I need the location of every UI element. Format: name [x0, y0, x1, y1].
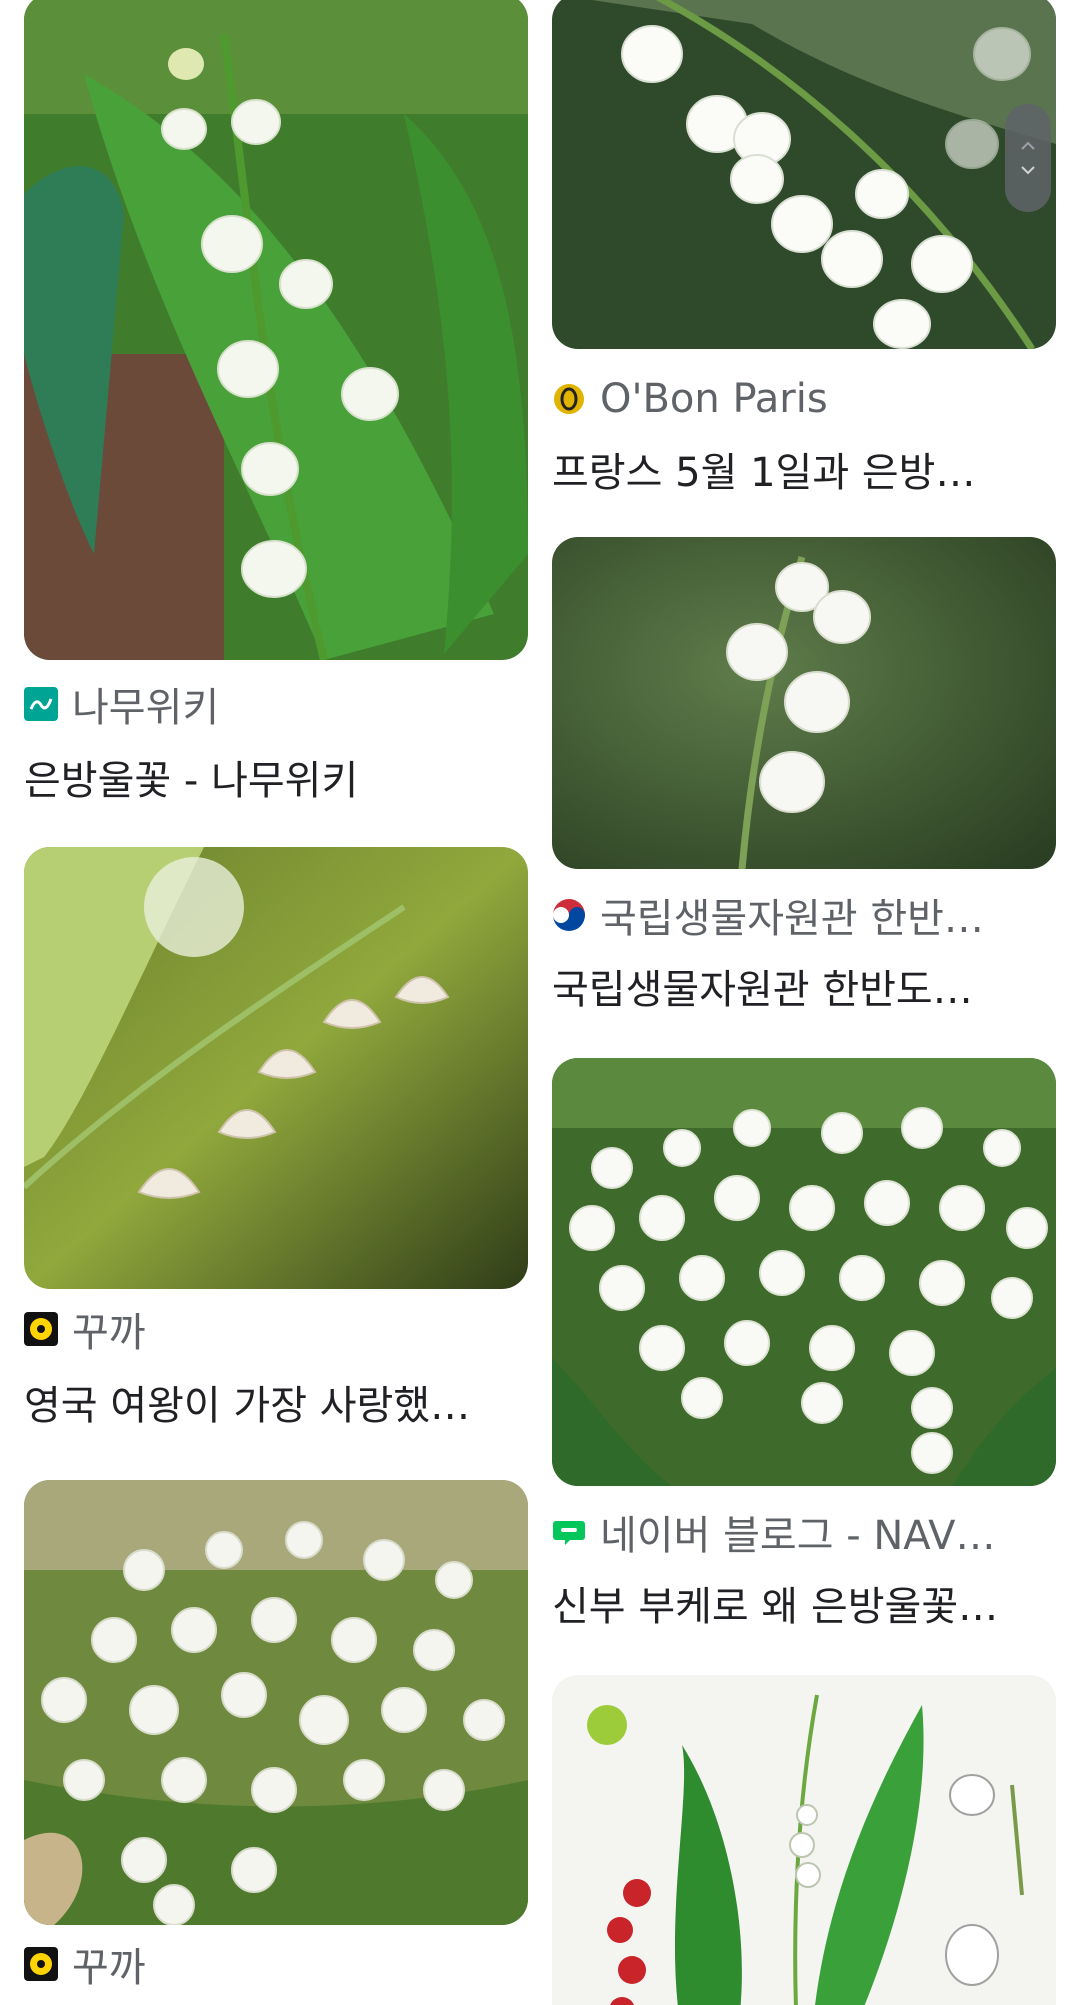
chevron-down-icon: [1021, 166, 1035, 175]
source-name: 네이버 블로그 - NAV…: [600, 1513, 996, 1559]
kukka-icon: [24, 1947, 58, 1981]
source-name: 국립생물자원관 한반…: [600, 896, 984, 942]
source-name: 나무위키: [72, 685, 220, 731]
lily-of-the-valley-bouquet-image[interactable]: [24, 1480, 528, 1925]
lily-of-the-valley-white-bells-image[interactable]: [552, 0, 1056, 349]
result-title[interactable]: 신부 부케로 왜 은방울꽃…: [552, 1574, 1056, 1632]
source-name: 꾸까: [72, 1310, 146, 1356]
result-card[interactable]: O'Bon Paris 프랑스 5월 1일과 은방…: [552, 0, 1056, 500]
result-source[interactable]: 네이버 블로그 - NAV…: [552, 1508, 1056, 1559]
result-title[interactable]: 영국 여왕이 가장 사랑했…: [24, 1373, 528, 1431]
scroll-handle[interactable]: [1005, 104, 1051, 212]
lily-of-the-valley-arching-stem-image[interactable]: [24, 847, 528, 1289]
result-card[interactable]: [552, 1675, 1056, 2005]
lily-of-the-valley-single-stem-image[interactable]: [552, 537, 1056, 869]
source-name: 꾸까: [72, 1945, 146, 1991]
chevron-up-icon: [1021, 141, 1035, 150]
naver-blog-icon: [552, 1515, 586, 1549]
lily-of-the-valley-closeup-image[interactable]: [24, 0, 528, 660]
korea-flag-icon: [552, 898, 586, 932]
result-source[interactable]: 꾸까: [24, 1305, 528, 1356]
image-search-results: 나무위키 은방울꽃 - 나무위키 꾸까 영국 여왕이 가장 사랑했… 꾸까 O'…: [0, 0, 1080, 2005]
result-card[interactable]: 네이버 블로그 - NAV… 신부 부케로 왜 은방울꽃…: [552, 1058, 1056, 1630]
result-card[interactable]: 꾸까: [24, 1480, 528, 2005]
namuwiki-icon: [24, 687, 58, 721]
result-title[interactable]: 은방울꽃 - 나무위키: [24, 748, 528, 806]
kukka-icon: [24, 1312, 58, 1346]
result-source[interactable]: 나무위키: [24, 680, 528, 731]
source-name: O'Bon Paris: [600, 376, 828, 422]
result-title[interactable]: 국립생물자원관 한반도…: [552, 957, 1056, 1015]
result-source[interactable]: 국립생물자원관 한반…: [552, 891, 1056, 942]
lily-of-the-valley-cluster-image[interactable]: [552, 1058, 1056, 1486]
result-source[interactable]: O'Bon Paris: [552, 375, 1056, 423]
result-title[interactable]: 프랑스 5월 1일과 은방…: [552, 440, 1056, 498]
obon-paris-icon: [552, 382, 586, 416]
result-card[interactable]: 국립생물자원관 한반… 국립생물자원관 한반도…: [552, 537, 1056, 1015]
result-card[interactable]: 꾸까 영국 여왕이 가장 사랑했…: [24, 847, 528, 1437]
lily-of-the-valley-botanical-illustration-image[interactable]: [552, 1675, 1056, 2005]
result-source[interactable]: 꾸까: [24, 1940, 528, 1991]
result-card[interactable]: 나무위키 은방울꽃 - 나무위키: [24, 0, 528, 804]
